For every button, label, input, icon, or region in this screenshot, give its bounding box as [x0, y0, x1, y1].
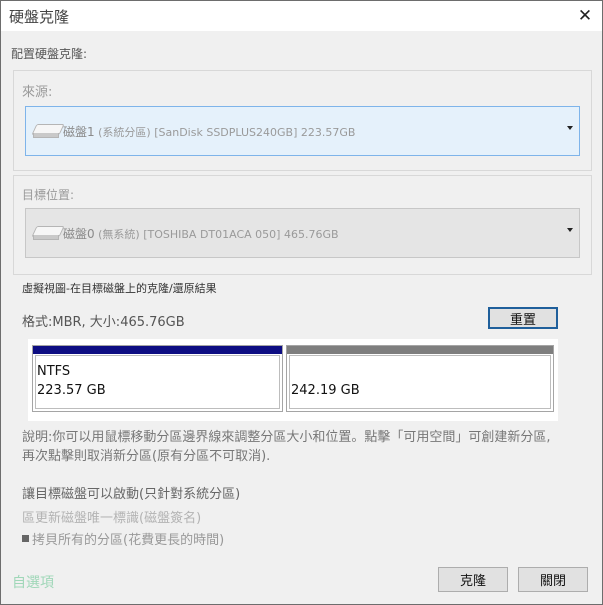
target-disk-details: (無系統) [TOSHIBA DT01ACA 050] 465.76GB: [98, 227, 339, 241]
target-disk-name: 磁盤0: [63, 226, 95, 241]
partition-fs: NTFS: [37, 364, 71, 379]
advanced-options-link[interactable]: 自選項: [12, 572, 54, 592]
copy-all-label: 拷貝所有的分區(花費更長的時間): [32, 533, 225, 548]
source-group: 來源: 磁盤1 (系統分區) [SanDisk SSDPLUS240GB] 22…: [13, 70, 592, 171]
update-disk-id-option[interactable]: 區更新磁盤唯一標識(磁盤簽名): [22, 507, 201, 526]
close-icon[interactable]: ✕: [568, 1, 602, 31]
partition-size: 223.57 GB: [37, 383, 106, 398]
reset-button[interactable]: 重置: [488, 307, 558, 329]
source-disk-name: 磁盤1: [63, 124, 95, 139]
bootable-option[interactable]: 讓目標磁盤可以啟動(只針對系統分區): [22, 483, 240, 502]
source-disk-select[interactable]: 磁盤1 (系統分區) [SanDisk SSDPLUS240GB] 223.57…: [25, 106, 580, 156]
source-label: 來源:: [22, 85, 53, 100]
title-bar: 硬盤克隆 ✕: [1, 1, 602, 31]
config-label: 配置硬盤克隆:: [11, 47, 88, 61]
partition-preview: NTFS 223.57 GB 242.19 GB: [28, 339, 558, 421]
partition-bar: [33, 346, 282, 354]
target-group: 目標位置: 磁盤0 (無系統) [TOSHIBA DT01ACA 050] 46…: [13, 175, 592, 275]
window-title: 硬盤克隆: [9, 8, 70, 26]
partition-unallocated[interactable]: 242.19 GB: [286, 345, 554, 412]
copy-all-checkbox[interactable]: [22, 535, 29, 542]
source-disk-text: 磁盤1 (系統分區) [SanDisk SSDPLUS240GB] 223.57…: [63, 123, 355, 140]
partition-body: [35, 355, 280, 409]
disk-icon: [31, 226, 65, 240]
clone-button[interactable]: 克隆: [438, 567, 508, 592]
source-disk-details: (系統分區) [SanDisk SSDPLUS240GB] 223.57GB: [98, 125, 356, 139]
target-label: 目標位置:: [22, 188, 75, 202]
virtual-view-label: 虛擬視圖-在目標磁盤上的克隆/還原結果: [22, 282, 217, 295]
copy-all-partitions-option[interactable]: 拷貝所有的分區(花費更長的時間): [22, 529, 224, 548]
partition-size: 242.19 GB: [291, 383, 360, 398]
close-button[interactable]: 關閉: [518, 567, 588, 592]
dropdown-arrow-icon[interactable]: [567, 126, 573, 130]
target-disk-select[interactable]: 磁盤0 (無系統) [TOSHIBA DT01ACA 050] 465.76GB: [25, 208, 580, 258]
partition-ntfs[interactable]: NTFS 223.57 GB: [32, 345, 283, 412]
target-disk-text: 磁盤0 (無系統) [TOSHIBA DT01ACA 050] 465.76GB: [63, 225, 339, 242]
partition-bar: [287, 346, 553, 354]
description-text: 說明:你可以用鼠標移動分區邊界線來調整分區大小和位置。點擊「可用空間」可創建新分…: [22, 430, 551, 464]
partition-body: [289, 355, 551, 409]
dropdown-arrow-icon[interactable]: [567, 228, 573, 232]
disk-icon: [31, 124, 65, 138]
disk-clone-dialog: 硬盤克隆 ✕ 配置硬盤克隆: 來源: 磁盤1 (系統分區) [SanDisk S…: [0, 0, 603, 605]
format-size-label: 格式:MBR, 大小:465.76GB: [22, 315, 185, 330]
